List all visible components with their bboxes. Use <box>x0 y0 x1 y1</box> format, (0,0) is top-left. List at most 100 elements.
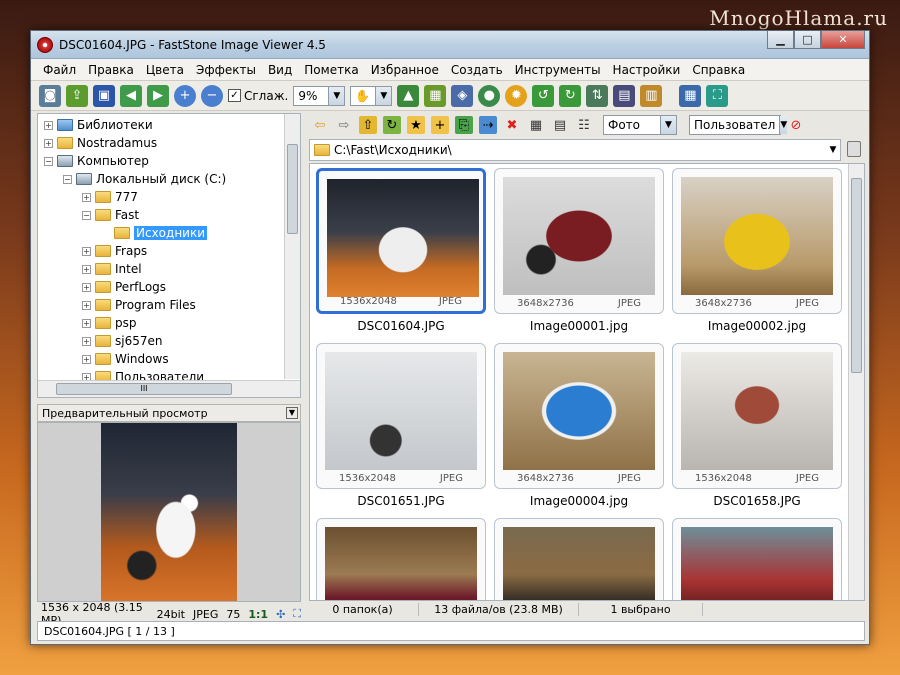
layout-icon[interactable]: ▦ <box>679 84 702 107</box>
thumbnail-image[interactable] <box>681 177 833 295</box>
thumbnail-card[interactable]: 3648x2736 JPEG <box>494 168 664 314</box>
thumbnail-card[interactable]: 1536x2048 JPEG <box>672 343 842 489</box>
save-icon[interactable]: ▣ <box>93 84 115 107</box>
tree-item[interactable]: − Локальный диск (C:) <box>63 170 226 188</box>
tree-horizontal-scrollbar[interactable]: III <box>38 380 300 397</box>
rotate-right-icon[interactable]: ↻ <box>559 84 582 107</box>
up-folder-icon[interactable]: ⇧ <box>359 116 377 134</box>
chevron-down-icon[interactable]: ▼ <box>826 145 840 155</box>
flip-icon[interactable]: ⇅ <box>586 84 609 107</box>
menu-item[interactable]: Настройки <box>607 63 687 77</box>
slideshow-icon[interactable]: ▤ <box>613 84 636 107</box>
copy-to-icon[interactable]: ⎘ <box>455 116 473 134</box>
refresh-folder-icon[interactable]: ↻ <box>383 116 401 134</box>
menu-item[interactable]: Файл <box>37 63 82 77</box>
zoom-in-icon[interactable]: + <box>174 84 196 107</box>
path-bar[interactable]: C:\Fast\Исходники\ ▼ <box>309 139 841 161</box>
title-bar[interactable]: DSC01604.JPG - FastStone Image Viewer 4.… <box>31 31 869 59</box>
thumbnail-item[interactable]: 1536x2048 JPEG DSC01604.JPG <box>316 168 486 343</box>
grid-vertical-scrollbar[interactable] <box>848 164 864 600</box>
back-arrow-icon[interactable]: ⇦ <box>311 116 329 134</box>
tree-item[interactable]: + Windows <box>82 350 169 368</box>
rotate-left-icon[interactable]: ↺ <box>532 84 555 107</box>
recycle-bin-icon[interactable] <box>847 141 861 157</box>
expand-toggle-icon[interactable]: + <box>82 300 91 310</box>
expand-toggle-icon[interactable]: + <box>82 282 91 292</box>
thumbnail-item[interactable]: 3648x2736 JPEG Image00004.jpg <box>494 343 664 518</box>
expand-toggle-icon[interactable]: + <box>82 354 91 364</box>
tree-vertical-scrollbar[interactable] <box>284 114 300 379</box>
thumbnail-item[interactable]: 3648x2736 JPEG Image00001.jpg <box>494 168 664 343</box>
detail-view-icon[interactable]: ▤ <box>551 116 569 134</box>
menu-item[interactable]: Цвета <box>140 63 190 77</box>
menu-item[interactable]: Вид <box>262 63 298 77</box>
thumbnail-item[interactable] <box>316 518 486 600</box>
sort-select[interactable]: Пользовател ▼ <box>689 115 788 135</box>
delete-icon[interactable]: ✖ <box>503 116 521 134</box>
scroll-thumb[interactable] <box>851 178 862 373</box>
open-folder-icon[interactable]: ⇪ <box>66 84 88 107</box>
thumbnail-card[interactable]: 3648x2736 JPEG <box>494 343 664 489</box>
thumbnail-image[interactable] <box>681 352 833 470</box>
expand-toggle-icon[interactable]: + <box>82 318 91 328</box>
thumbnail-image[interactable] <box>503 177 655 295</box>
expand-toggle-icon[interactable]: + <box>44 120 53 130</box>
path-text[interactable]: C:\Fast\Исходники\ <box>334 143 826 157</box>
zoom-select[interactable]: 9% ▼ <box>293 85 346 106</box>
thumbnail-image[interactable] <box>325 527 477 600</box>
file-name[interactable]: Image00004.jpg <box>494 494 664 508</box>
menu-item[interactable]: Избранное <box>365 63 445 77</box>
maximize-button[interactable]: □ <box>794 31 821 49</box>
tree-item[interactable]: +777 <box>82 188 138 206</box>
filter-select[interactable]: Фото ▼ <box>603 115 677 135</box>
scroll-thumb[interactable]: III <box>56 383 232 395</box>
thumbnail-card[interactable]: 1536x2048 JPEG <box>316 168 486 314</box>
checkbox-mark[interactable]: ✓ <box>228 89 241 102</box>
tree-item[interactable]: − Fast <box>82 206 139 224</box>
smooth-checkbox[interactable]: ✓ Сглаж. <box>228 89 288 103</box>
thumbnail-card[interactable] <box>672 518 842 600</box>
expand-toggle-icon[interactable]: + <box>82 246 91 256</box>
close-button[interactable]: ✕ <box>821 31 865 49</box>
next-arrow-icon[interactable]: ▶ <box>147 84 169 107</box>
tree-item[interactable]: + Nostradamus <box>44 134 157 152</box>
thumbnail-grid[interactable]: 1536x2048 JPEG DSC01658.JPG 3648x2736 JPEG Im… <box>309 163 865 601</box>
tree-item[interactable]: − Компьютер <box>44 152 149 170</box>
menu-item[interactable]: Пометка <box>298 63 364 77</box>
chevron-down-icon[interactable]: ▼ <box>328 86 345 105</box>
adjust-icon[interactable]: ▲ <box>397 84 420 107</box>
tree-item[interactable]: + Program Files <box>82 296 196 314</box>
tree-item[interactable]: + Intel <box>82 260 142 278</box>
tree-item[interactable]: + Библиотеки <box>44 116 153 134</box>
zoom-out-icon[interactable]: − <box>201 84 223 107</box>
thumbnail-view-icon[interactable]: ▦ <box>527 116 545 134</box>
favorites-folder-icon[interactable]: ★ <box>407 116 425 134</box>
camera-icon[interactable]: ◙ <box>39 84 61 107</box>
hand-tool-select[interactable]: ✋ ▼ <box>350 85 393 106</box>
thumbnail-image[interactable] <box>325 352 477 470</box>
file-name[interactable]: DSC01604.JPG <box>316 319 486 333</box>
expand-toggle-icon[interactable]: − <box>82 210 91 220</box>
thumbnail-item[interactable] <box>494 518 664 600</box>
file-name[interactable]: DSC01651.JPG <box>316 494 486 508</box>
expand-toggle-icon[interactable]: − <box>63 174 72 184</box>
expand-toggle-icon[interactable]: + <box>82 192 91 202</box>
menu-item[interactable]: Правка <box>82 63 140 77</box>
expand-toggle-icon[interactable]: + <box>82 336 91 346</box>
menu-item[interactable]: Инструменты <box>509 63 607 77</box>
expand-toggle-icon[interactable]: + <box>44 138 53 148</box>
fullscreen-icon[interactable]: ⛶ <box>706 84 729 107</box>
tree-item[interactable]: + psp <box>82 314 137 332</box>
compare-icon[interactable]: ▥ <box>640 84 663 107</box>
thumbnail-card[interactable] <box>316 518 486 600</box>
thumbnail-image[interactable] <box>503 527 655 600</box>
color-balance-icon[interactable]: ◈ <box>451 84 474 107</box>
tree-item[interactable]: + sj657en <box>82 332 162 350</box>
fit-icon[interactable]: ✣ <box>276 608 285 621</box>
folder-tree[interactable]: + Пользователи + Windows + sj657en + psp + Progra… <box>37 113 301 398</box>
minimize-button[interactable]: ▁ <box>767 31 794 49</box>
app-icon[interactable] <box>37 36 53 53</box>
new-folder-icon[interactable]: + <box>431 116 449 134</box>
menu-item[interactable]: Эффекты <box>190 63 262 77</box>
scale-label[interactable]: 1:1 <box>248 608 268 621</box>
